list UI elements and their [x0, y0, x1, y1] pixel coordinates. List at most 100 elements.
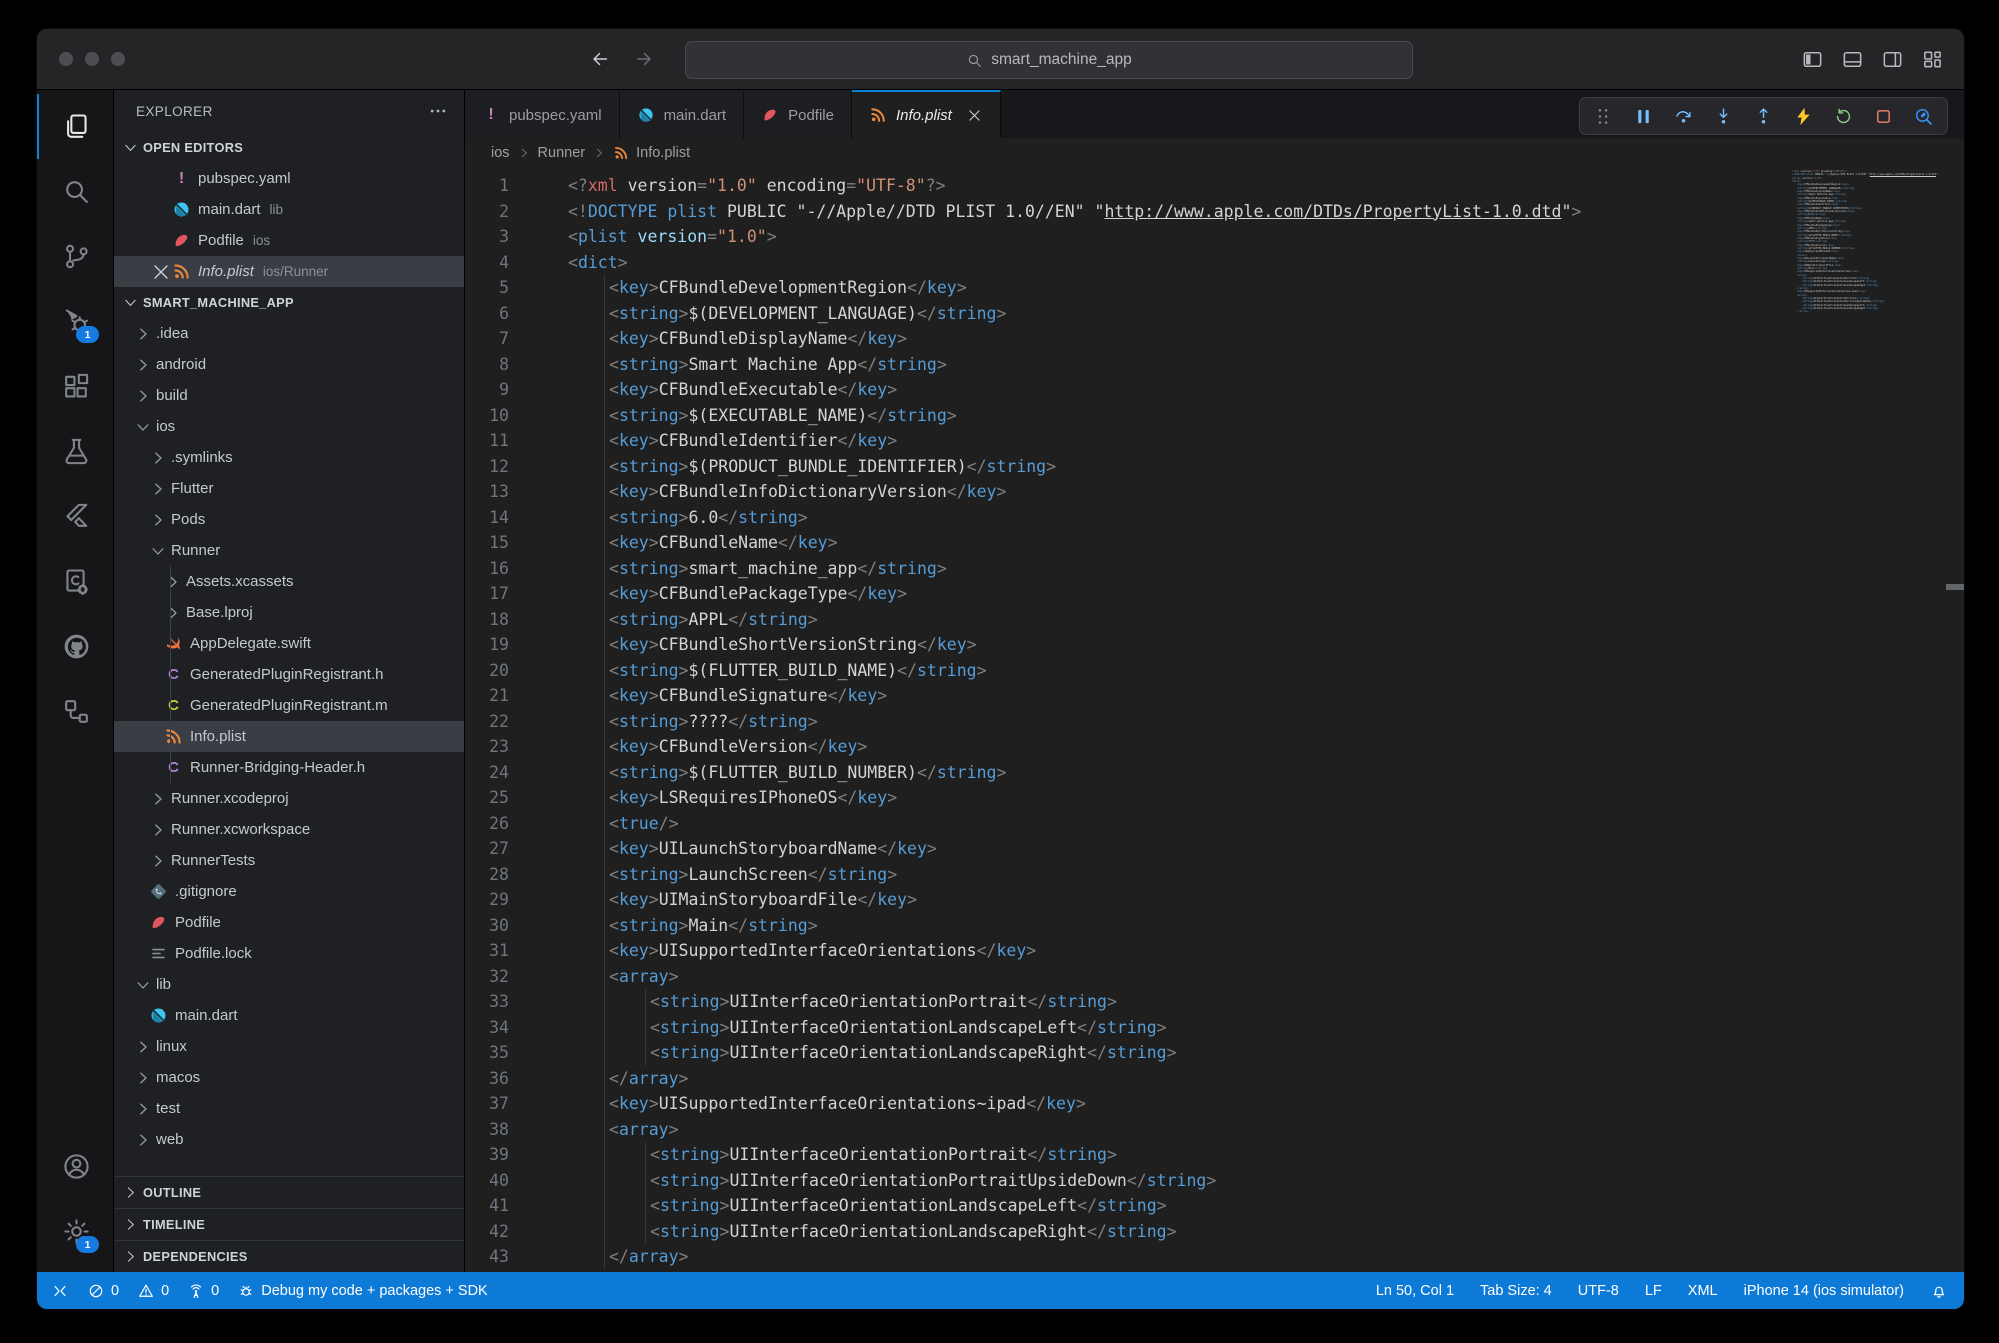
code-line-7[interactable]: 7<key>CFBundleDisplayName</key>: [465, 326, 1774, 352]
open-editor-Info.plist[interactable]: Info.plistios/Runner: [114, 256, 464, 287]
pause-icon[interactable]: [1633, 106, 1654, 127]
code-line-36[interactable]: 36</array>: [465, 1066, 1774, 1092]
status-errors[interactable]: 0: [87, 1282, 119, 1300]
tree-item-AppDelegate.swift[interactable]: AppDelegate.swift: [114, 628, 464, 659]
step-over-icon[interactable]: [1673, 106, 1694, 127]
activity-search[interactable]: [37, 159, 113, 224]
tree-item-Pods[interactable]: Pods: [114, 504, 464, 535]
code-line-21[interactable]: 21<key>CFBundleSignature</key>: [465, 683, 1774, 709]
tree-item-.symlinks[interactable]: .symlinks: [114, 442, 464, 473]
status-debug-config[interactable]: Debug my code + packages + SDK: [237, 1282, 488, 1300]
status-language-mode[interactable]: XML: [1688, 1283, 1718, 1299]
restart-icon[interactable]: [1833, 106, 1854, 127]
activity-run-and-debug[interactable]: 1: [37, 289, 113, 354]
code-line-24[interactable]: 24<string>$(FLUTTER_BUILD_NUMBER)</strin…: [465, 760, 1774, 786]
activity-settings[interactable]: 1: [37, 1199, 113, 1264]
tree-item-.idea[interactable]: .idea: [114, 318, 464, 349]
code-line-26[interactable]: 26<true/>: [465, 811, 1774, 837]
devtools-icon[interactable]: [1913, 106, 1934, 127]
activity-github[interactable]: [37, 614, 113, 679]
activity-references[interactable]: [37, 679, 113, 744]
tree-item-Assets.xcassets[interactable]: Assets.xcassets: [114, 566, 464, 597]
tree-item-linux[interactable]: linux: [114, 1031, 464, 1062]
code-line-38[interactable]: 38<array>: [465, 1117, 1774, 1143]
code-line-25[interactable]: 25<key>LSRequiresIPhoneOS</key>: [465, 785, 1774, 811]
breadcrumb-item[interactable]: Info.plist: [636, 145, 690, 161]
tree-item-main.dart[interactable]: main.dart: [114, 1000, 464, 1031]
tree-item-android[interactable]: android: [114, 349, 464, 380]
tree-item-Runner.xcodeproj[interactable]: Runner.xcodeproj: [114, 783, 464, 814]
layout-sidebar-right-icon[interactable]: [1881, 48, 1904, 71]
close-window-button[interactable]: [59, 52, 73, 66]
activity-explorer[interactable]: [37, 94, 113, 159]
open-editor-Podfile[interactable]: Podfileios: [114, 225, 464, 256]
code-line-34[interactable]: 34<string>UIInterfaceOrientationLandscap…: [465, 1015, 1774, 1041]
code-line-1[interactable]: 1<?xml version="1.0" encoding="UTF-8"?>: [465, 173, 1774, 199]
stop-icon[interactable]: [1873, 106, 1894, 127]
code-line-12[interactable]: 12<string>$(PRODUCT_BUNDLE_IDENTIFIER)</…: [465, 454, 1774, 480]
tree-item-web[interactable]: web: [114, 1124, 464, 1155]
code-line-9[interactable]: 9<key>CFBundleExecutable</key>: [465, 377, 1774, 403]
status-remote[interactable]: [51, 1282, 69, 1300]
code-line-6[interactable]: 6<string>$(DEVELOPMENT_LANGUAGE)</string…: [465, 301, 1774, 327]
step-out-icon[interactable]: [1753, 106, 1774, 127]
activity-source-control[interactable]: [37, 224, 113, 289]
activity-testing[interactable]: [37, 419, 113, 484]
tree-item-Podfile[interactable]: Podfile: [114, 907, 464, 938]
status-eol[interactable]: LF: [1645, 1283, 1662, 1299]
tree-item-ios[interactable]: ios: [114, 411, 464, 442]
code-line-13[interactable]: 13<key>CFBundleInfoDictionaryVersion</ke…: [465, 479, 1774, 505]
open-editors-header[interactable]: OPEN EDITORS: [114, 132, 464, 163]
code-line-2[interactable]: 2<!DOCTYPE plist PUBLIC "-//Apple//DTD P…: [465, 199, 1774, 225]
explorer-actions-icon[interactable]: [428, 101, 448, 121]
tree-item-GeneratedPluginRegistrant.h[interactable]: CGeneratedPluginRegistrant.h: [114, 659, 464, 690]
activity-cpp-tools[interactable]: [37, 549, 113, 614]
tree-item-lib[interactable]: lib: [114, 969, 464, 1000]
code-line-8[interactable]: 8<string>Smart Machine App</string>: [465, 352, 1774, 378]
status-ports[interactable]: 0: [187, 1282, 219, 1300]
code-line-16[interactable]: 16<string>smart_machine_app</string>: [465, 556, 1774, 582]
code-line-33[interactable]: 33<string>UIInterfaceOrientationPortrait…: [465, 989, 1774, 1015]
tree-item-.gitignore[interactable]: .gitignore: [114, 876, 464, 907]
tree-item-Flutter[interactable]: Flutter: [114, 473, 464, 504]
status-indentation[interactable]: Tab Size: 4: [1480, 1283, 1552, 1299]
code-line-30[interactable]: 30<string>Main</string>: [465, 913, 1774, 939]
status-warnings[interactable]: 0: [137, 1282, 169, 1300]
tree-item-Base.lproj[interactable]: Base.lproj: [114, 597, 464, 628]
code-line-35[interactable]: 35<string>UIInterfaceOrientationLandscap…: [465, 1040, 1774, 1066]
code-line-31[interactable]: 31<key>UISupportedInterfaceOrientations<…: [465, 938, 1774, 964]
code-line-32[interactable]: 32<array>: [465, 964, 1774, 990]
status-flutter-device[interactable]: iPhone 14 (ios simulator): [1744, 1283, 1904, 1299]
code-line-43[interactable]: 43</array>: [465, 1244, 1774, 1270]
hot-reload-icon[interactable]: [1793, 106, 1814, 127]
code-line-14[interactable]: 14<string>6.0</string>: [465, 505, 1774, 531]
section-dependencies[interactable]: DEPENDENCIES: [114, 1240, 464, 1272]
code-line-42[interactable]: 42<string>UIInterfaceOrientationLandscap…: [465, 1219, 1774, 1245]
code-line-29[interactable]: 29<key>UIMainStoryboardFile</key>: [465, 887, 1774, 913]
close-icon[interactable]: [150, 261, 172, 283]
history-forward-icon[interactable]: [633, 48, 655, 70]
code-line-23[interactable]: 23<key>CFBundleVersion</key>: [465, 734, 1774, 760]
code-line-39[interactable]: 39<string>UIInterfaceOrientationPortrait…: [465, 1142, 1774, 1168]
code-line-17[interactable]: 17<key>CFBundlePackageType</key>: [465, 581, 1774, 607]
tree-item-Runner-Bridging-Header.h[interactable]: CRunner-Bridging-Header.h: [114, 752, 464, 783]
code-line-11[interactable]: 11<key>CFBundleIdentifier</key>: [465, 428, 1774, 454]
tree-item-Info.plist[interactable]: Info.plist: [114, 721, 464, 752]
code-line-18[interactable]: 18<string>APPL</string>: [465, 607, 1774, 633]
activity-extensions[interactable]: [37, 354, 113, 419]
tab-Info.plist[interactable]: Info.plist: [852, 90, 1001, 138]
breadcrumb-item[interactable]: Runner: [538, 145, 586, 161]
code-line-28[interactable]: 28<string>LaunchScreen</string>: [465, 862, 1774, 888]
status-cursor-position[interactable]: Ln 50, Col 1: [1376, 1283, 1454, 1299]
step-into-icon[interactable]: [1713, 106, 1734, 127]
tree-item-Podfile.lock[interactable]: Podfile.lock: [114, 938, 464, 969]
code-line-15[interactable]: 15<key>CFBundleName</key>: [465, 530, 1774, 556]
activity-flutter[interactable]: [37, 484, 113, 549]
status-encoding[interactable]: UTF-8: [1578, 1283, 1619, 1299]
tree-item-GeneratedPluginRegistrant.m[interactable]: CGeneratedPluginRegistrant.m: [114, 690, 464, 721]
code-line-3[interactable]: 3<plist version="1.0">: [465, 224, 1774, 250]
code-line-41[interactable]: 41<string>UIInterfaceOrientationLandscap…: [465, 1193, 1774, 1219]
code-line-20[interactable]: 20<string>$(FLUTTER_BUILD_NAME)</string>: [465, 658, 1774, 684]
tree-item-test[interactable]: test: [114, 1093, 464, 1124]
tab-main.dart[interactable]: main.dart: [620, 90, 745, 138]
